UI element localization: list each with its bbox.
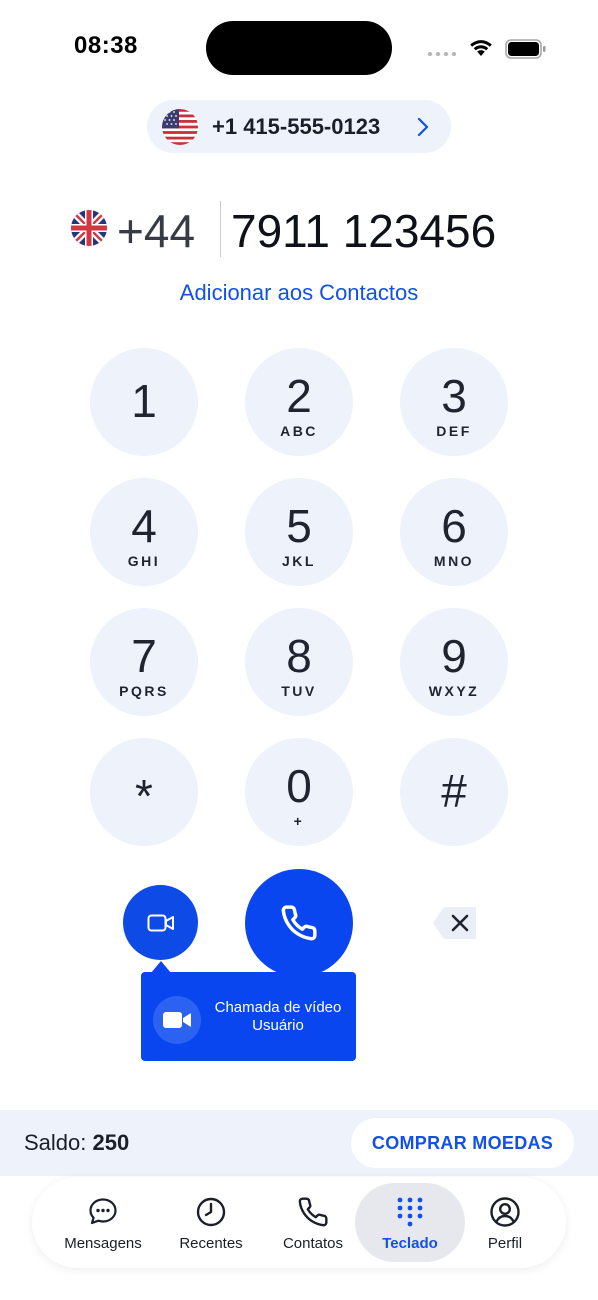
battery-icon [505,39,546,59]
key-digit: 8 [286,630,312,682]
key-letters: ABC [280,423,318,439]
key-letters: WXYZ [428,683,480,699]
tooltip-line-1: Chamada de vídeo [214,999,342,1016]
key-letters: TUV [281,683,317,699]
status-time: 08:38 [74,32,138,59]
video-call-tooltip: Chamada de vídeo Usuário [141,972,356,1061]
uk-flag-icon[interactable] [71,210,107,246]
chevron-right-icon [417,117,429,137]
key-7[interactable]: 7 PQRS [90,608,198,716]
video-camera-icon [147,914,174,931]
balance-bar: Saldo: 250 COMPRAR MOEDAS [0,1110,598,1176]
key-letters: MNO [433,553,475,569]
wifi-icon [470,40,492,56]
key-digit: 5 [286,500,312,552]
key-digit: * [135,770,153,822]
buy-coins-button[interactable]: COMPRAR MOEDAS [351,1118,574,1168]
key-0[interactable]: 0 + [245,738,353,846]
key-digit: 3 [441,370,467,422]
call-button[interactable] [245,869,353,977]
key-2[interactable]: 2 ABC [245,348,353,456]
key-letters: PQRS [119,683,169,699]
key-6[interactable]: 6 MNO [400,478,508,586]
video-camera-icon [153,996,201,1044]
tooltip-line-2: Usuário [252,1017,304,1034]
tab-label: Contatos [282,1235,344,1252]
balance: Saldo: 250 [24,1130,129,1156]
phone-icon [298,1197,328,1227]
tab-messages[interactable]: Mensagens [48,1177,158,1268]
tab-label: Perfil [487,1235,523,1252]
dialed-number-display: +44 7911 123456 [0,198,598,262]
key-8[interactable]: 8 TUV [245,608,353,716]
key-digit: # [441,765,467,817]
key-hash[interactable]: # [400,738,508,846]
key-digit: 6 [441,500,467,552]
tooltip-text: Chamada de vídeo Usuário [203,999,353,1035]
key-digit: 7 [131,630,157,682]
tab-label: Recentes [179,1235,243,1252]
keypad-icon [397,1197,423,1227]
key-9[interactable]: 9 WXYZ [400,608,508,716]
tab-profile[interactable]: Perfil [450,1177,560,1268]
balance-label: Saldo: [24,1130,87,1155]
key-star[interactable]: * [90,738,198,846]
key-digit: 0 [286,760,312,812]
phone-icon [281,905,317,941]
key-5[interactable]: 5 JKL [245,478,353,586]
key-letters: JKL [282,553,316,569]
balance-value: 250 [92,1130,130,1155]
tab-label: Teclado [382,1235,438,1252]
cellular-signal-icon [428,52,456,56]
caller-id-selector[interactable]: +1 415-555-0123 [147,100,451,153]
user-circle-icon [490,1197,520,1227]
tab-label: Mensagens [64,1235,142,1252]
clock-icon [196,1197,226,1227]
us-flag-icon [162,108,198,145]
caller-id-number: +1 415-555-0123 [212,113,381,139]
add-to-contacts-link[interactable]: Adicionar aos Contactos [0,280,598,306]
key-letters: GHI [127,553,161,569]
video-call-button[interactable] [123,885,198,960]
key-digit: 4 [131,500,157,552]
key-letters: + [293,813,305,829]
key-digit: 1 [131,375,157,427]
dialed-number[interactable]: 7911 123456 [231,204,496,258]
key-4[interactable]: 4 GHI [90,478,198,586]
key-digit: 2 [286,370,312,422]
key-digit: 9 [441,630,467,682]
tab-bar: Mensagens Recentes Contatos Teclado Perf… [32,1177,566,1268]
key-letters: DEF [436,423,472,439]
tab-recents[interactable]: Recentes [156,1177,266,1268]
tab-contacts[interactable]: Contatos [258,1177,368,1268]
country-code[interactable]: +44 [117,204,195,258]
tab-keypad[interactable]: Teclado [355,1177,465,1268]
dynamic-island [206,21,392,75]
key-1[interactable]: 1 [90,348,198,456]
key-3[interactable]: 3 DEF [400,348,508,456]
chat-bubble-icon [89,1198,117,1225]
divider [220,201,221,257]
backspace-icon[interactable] [432,905,478,941]
